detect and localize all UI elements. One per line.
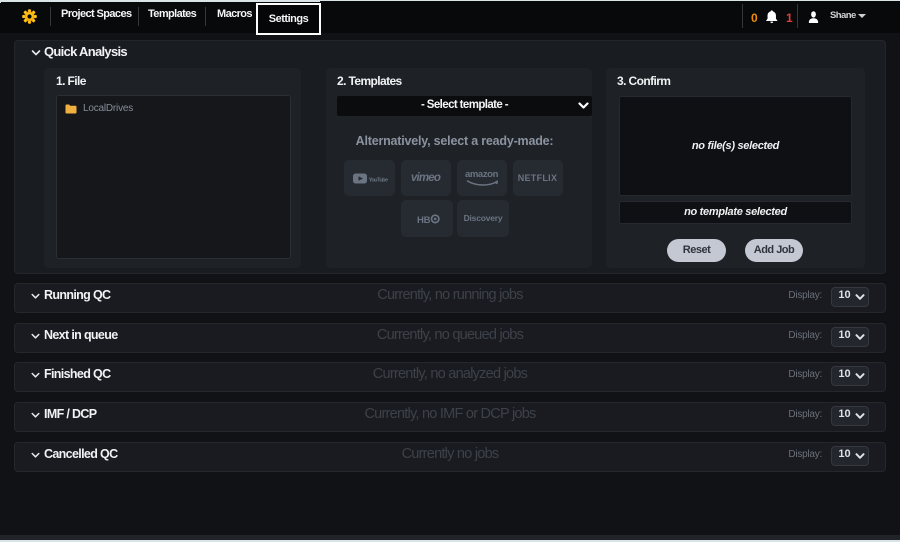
svg-text:YouTube: YouTube <box>369 177 389 183</box>
svg-text:HB: HB <box>417 215 431 224</box>
